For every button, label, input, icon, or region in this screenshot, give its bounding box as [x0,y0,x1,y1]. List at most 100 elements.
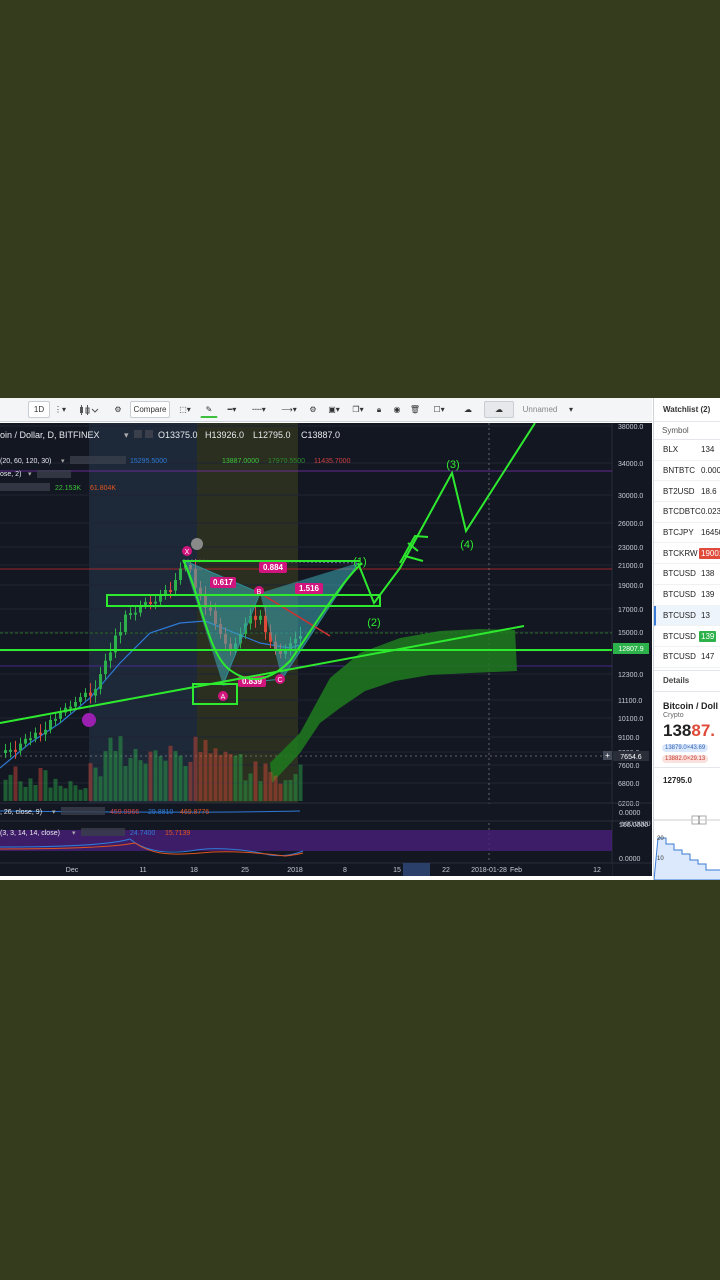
watchlist-row[interactable]: BTCUSD 13 [654,605,720,627]
details-header[interactable]: Details [654,669,720,692]
volume-bar [183,765,188,801]
ask-pill: 13882.0×29.13 [662,754,709,763]
volume-bar [158,756,163,801]
indicators-icon[interactable]: ⬚▾ [174,401,196,418]
indicator-buttons[interactable] [37,470,71,478]
ratio-label: 0.617 [213,578,234,587]
plus-icon: + [605,751,610,760]
svg-text:▾: ▾ [52,809,56,816]
candle-body [24,738,27,744]
volume-bar [38,767,43,801]
watchlist-title[interactable]: Watchlist (2) [654,398,720,422]
current-price-text: 12807.9 [618,646,643,653]
volume-bar [193,736,198,801]
watchlist-row[interactable]: BTCUSD 139 [654,626,720,647]
indicator-buttons[interactable] [0,483,50,491]
price-axis-label: 17000.0 [618,607,643,614]
line-arrow-icon[interactable]: ⟶▾ [276,401,302,418]
watchlist-row[interactable]: BTCKRW19001 [654,543,720,565]
more-icon[interactable]: ⋮▾ [54,401,66,418]
watchlist-row[interactable]: BTCUSD 147 [654,647,720,668]
candle-body [54,718,57,721]
copy-icon[interactable]: ❐▾ [348,401,368,418]
volume-bar [143,763,148,801]
volume-bar [213,748,218,801]
mini-axis-label: 10 [657,856,664,862]
volume-value: 61.804K [90,485,116,492]
lock-icon[interactable]: 🔒︎ [372,401,386,418]
cloud-icon[interactable]: ☁ [456,401,480,418]
stoch-value: 24.7400 [130,830,155,837]
interval-button[interactable]: 1D [28,401,50,418]
marker-dot[interactable] [82,713,96,727]
layers-icon[interactable]: ▣▾ [324,401,344,418]
watchlist-row[interactable]: BT2USD 18.6 [654,481,720,503]
mini-chart: 20 10 [654,815,720,880]
watchlist-column-header[interactable]: Symbol [654,422,720,440]
point-label-a: A [221,694,226,701]
volume-bar [88,763,93,801]
brush-tool-icon[interactable]: ✎ [200,401,218,418]
volume-bar [98,776,103,801]
macd-params: , 26, close, 9) [0,809,42,816]
ratio-label: 0.884 [263,563,284,572]
macd-value: 29.8810 [148,809,173,816]
time-axis-label: 18 [190,867,198,874]
volume-bar [273,775,278,801]
candle-body [34,732,37,739]
layout-name[interactable]: Unnamed [518,401,562,418]
volume-bar [58,785,63,801]
chart-style-button[interactable] [70,401,106,418]
volume-bar [78,789,83,801]
compare-button[interactable]: Compare [130,401,170,418]
indicator-buttons[interactable] [61,807,105,815]
watchlist-row[interactable]: BTCUSD 138 [654,564,720,585]
trash-icon[interactable]: 🗑︎ [408,401,422,418]
settings-gear-icon[interactable]: ⚙ [110,401,126,418]
ichimoku-value: 15295.5000 [130,458,167,465]
candle-body [149,601,152,604]
price-axis-label: 38000.0 [618,424,643,431]
stoch-axis-label: 100.0000 [619,822,648,829]
watchlist-row[interactable]: BNTBTC 0.000 [654,461,720,482]
volume-bar [243,780,248,801]
candle-body [259,615,262,620]
line-style-icon[interactable]: ━▾ [222,401,242,418]
details-symbol-type: Crypto [663,711,684,719]
watchlist-symbol: BTCUSD [663,610,696,620]
chart-area[interactable]: 0.617 0.884 1.516 0.839 X B A C (1) (2) … [0,422,652,876]
volume-bar [128,757,133,801]
watchlist-row[interactable]: BLX 134 [654,440,720,461]
drag-handle[interactable] [191,538,203,550]
candle-body [99,674,102,689]
watchlist-row[interactable]: BTCJPY 16450 [654,523,720,544]
watchlist-price: 139 [701,590,715,600]
volume-bar [18,781,23,801]
candle-body [29,738,32,741]
watchlist-price: 0.023 [701,507,720,517]
fill-color-icon[interactable]: ☐▾ [426,401,452,418]
hide-box-icon[interactable] [145,430,153,438]
volume-bar [168,745,173,801]
layout-dropdown-icon[interactable]: ▾ [566,401,576,418]
cloud-save-icon[interactable]: ☁ [484,401,514,418]
watchlist-row[interactable]: BTCDBTC 0.023 [654,502,720,523]
line-dash-icon[interactable]: ╌╌▾ [246,401,272,418]
watchlist-row[interactable]: BTCUSD 139 [654,585,720,606]
crosshair-price-text: 7654.6 [620,754,642,761]
watchlist-symbol: BLX [663,445,679,455]
eye-icon[interactable]: ◉ [390,401,404,418]
volume-bar [278,783,283,801]
settings-box-icon[interactable] [134,430,142,438]
wave-label: (4) [460,539,473,551]
price-chart[interactable]: 0.617 0.884 1.516 0.839 X B A C (1) (2) … [0,422,652,876]
indicator-buttons[interactable] [81,828,125,836]
indicator-buttons[interactable] [70,456,126,464]
volume-bar [23,786,28,801]
volume-bar [203,739,208,801]
drawing-settings-icon[interactable]: ⚙ [306,401,320,418]
volume-bar [33,784,38,801]
ichimoku-value: 13887.0000 [222,458,259,465]
volume-bar [198,751,203,801]
ichimoku-params: (20, 60, 120, 30) [0,458,51,465]
